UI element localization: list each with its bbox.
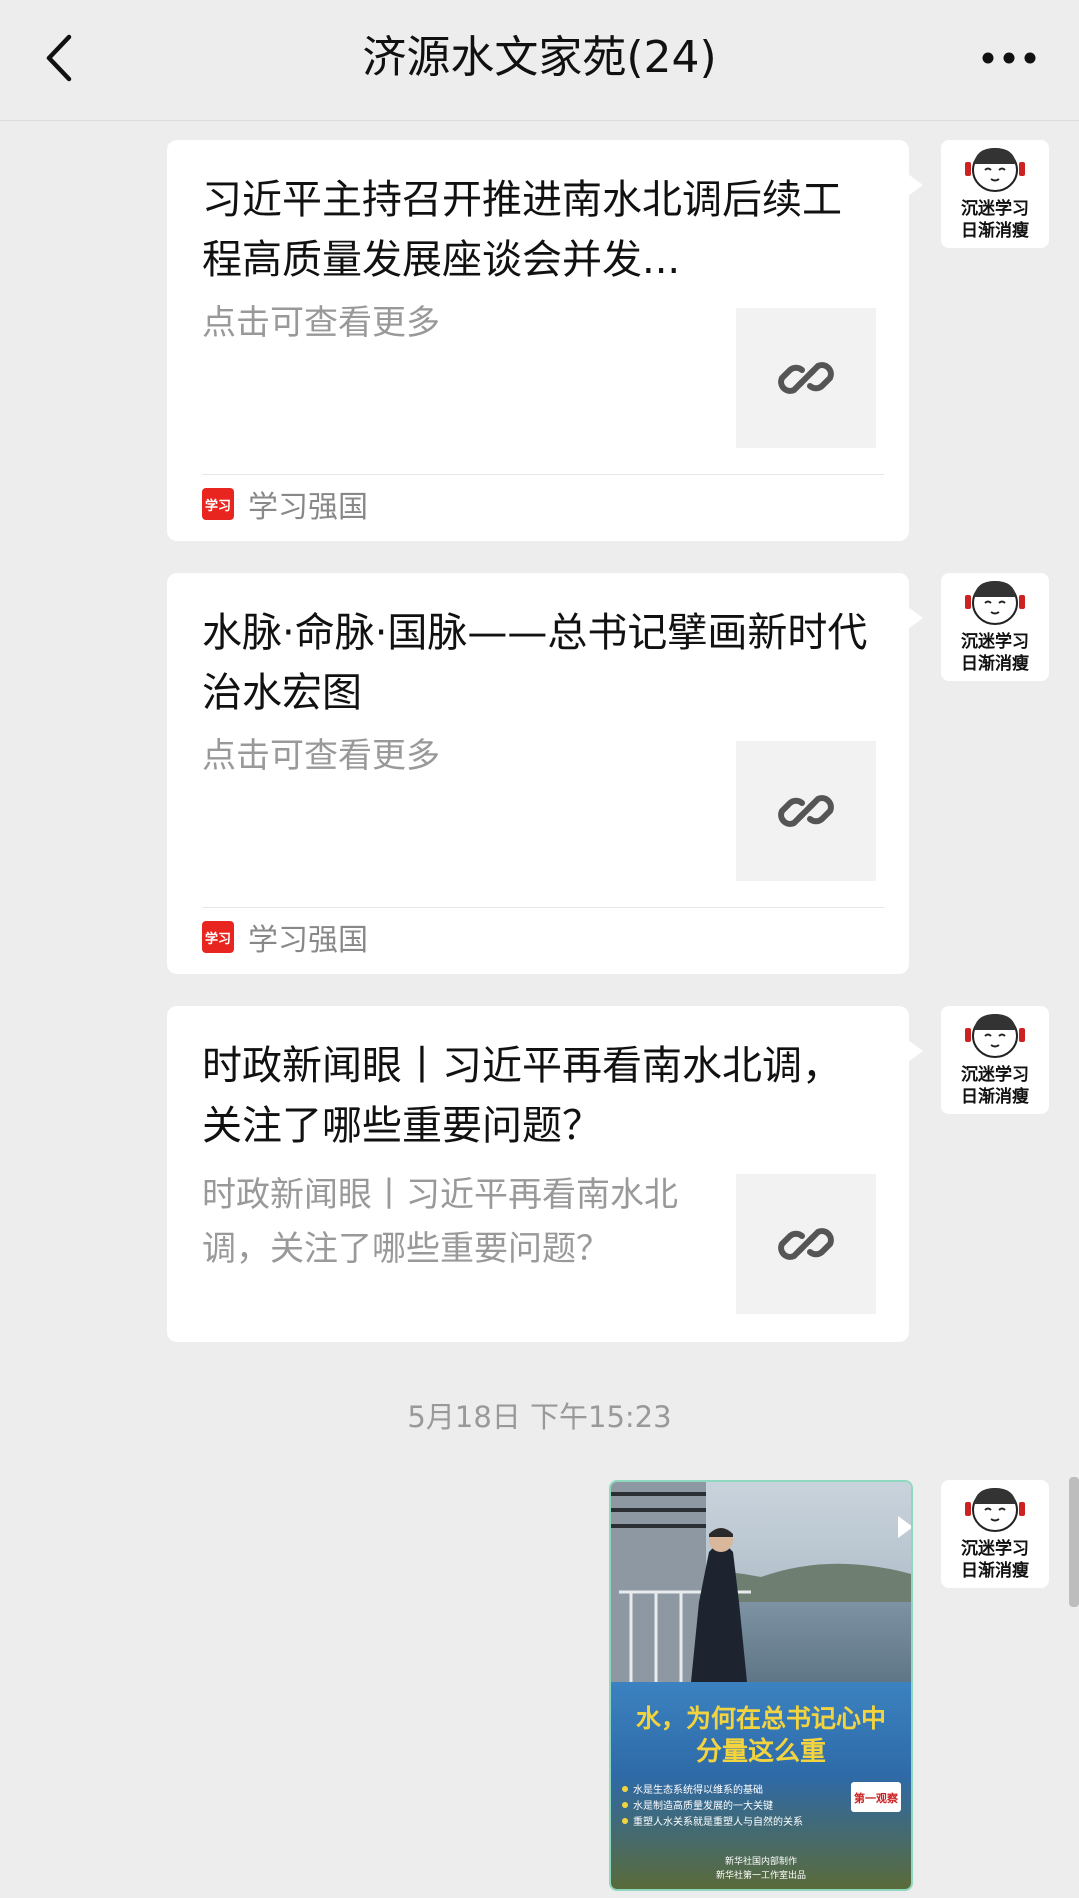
link-card-description: 点击可查看更多 [202,736,440,776]
more-button[interactable] [969,28,1049,88]
link-card-title: 水脉·命脉·国脉——总书记擘画新时代治水宏图 [202,610,868,716]
card-divider [202,907,884,908]
avatar-caption-line1: 沉迷学习 [961,1065,1029,1085]
link-icon [778,1228,834,1260]
avatar-caption-line2: 日渐消瘦 [961,1561,1029,1581]
poster-bullet: 重塑人水关系就是重塑人与自然的关系 [633,1815,803,1828]
link-card[interactable]: 习近平主持召开推进南水北调后续工程高质量发展座谈会并发... 点击可查看更多 学… [167,140,923,541]
avatar-caption-line1: 沉迷学习 [961,199,1029,219]
avatar-caption-line2: 日渐消瘦 [961,221,1029,241]
avatar[interactable]: 沉迷学习 日渐消瘦 [941,1006,1049,1114]
link-thumbnail [736,741,876,881]
link-icon [778,795,834,827]
card-source-label: 学习强国 [248,490,368,525]
poster-badge: 第一观察 [854,1791,899,1805]
chat-title: 济源水文家苑(24) [362,32,717,83]
poster-footer-line1: 新华社国内部制作 [725,1855,797,1867]
cartoon-face-icon [965,581,1025,625]
link-card-title: 习近平主持召开推进南水北调后续工程高质量发展座谈会并发... [202,177,842,283]
image-message[interactable]: 水，为何在总书记心中 分量这么重 水是生态系统得以维系的基础 水是制造高质量发展… [609,1480,913,1891]
card-source: 学习 学习强国 [202,484,368,525]
avatar[interactable]: 沉迷学习 日渐消瘦 [941,140,1049,248]
cartoon-face-icon [965,148,1025,192]
link-icon [778,362,834,394]
xuexi-logo-icon: 学习 [202,488,234,520]
link-thumbnail [736,1174,876,1314]
message-timestamp: 5月18日 下午15:23 [407,1400,672,1434]
cartoon-face-icon [965,1488,1025,1532]
poster-bullet: 水是制造高质量发展的一大关键 [633,1799,773,1812]
link-card-description: 时政新闻眼丨习近平再看南水北调，关注了哪些重要问题？ [202,1175,678,1269]
poster-image: 水，为何在总书记心中 分量这么重 水是生态系统得以维系的基础 水是制造高质量发展… [611,1482,911,1889]
link-card[interactable]: 水脉·命脉·国脉——总书记擘画新时代治水宏图 点击可查看更多 学习 学习强国 [167,573,923,974]
avatar-caption-line2: 日渐消瘦 [961,654,1029,674]
avatar[interactable]: 沉迷学习 日渐消瘦 [941,573,1049,681]
scrollbar[interactable] [1069,1477,1079,1607]
poster-bullet: 水是生态系统得以维系的基础 [633,1783,763,1796]
poster-headline-line1: 水，为何在总书记心中 [636,1704,886,1733]
link-card[interactable]: 时政新闻眼丨习近平再看南水北调，关注了哪些重要问题？ 时政新闻眼丨习近平再看南水… [167,1006,923,1342]
avatar-caption-line2: 日渐消瘦 [961,1087,1029,1107]
avatar[interactable]: 沉迷学习 日渐消瘦 [941,1480,1049,1588]
avatar-caption-line1: 沉迷学习 [961,632,1029,652]
chat-header: 济源水文家苑(24) [0,0,1079,121]
link-card-description: 点击可查看更多 [202,303,440,343]
ellipsis-icon [982,52,1036,64]
link-thumbnail [736,308,876,448]
card-divider [202,474,884,475]
card-source-label: 学习强国 [248,923,368,958]
xuexi-logo-icon: 学习 [202,921,234,953]
poster-footer-line2: 新华社第一工作室出品 [716,1869,806,1881]
poster-headline-line2: 分量这么重 [696,1736,826,1767]
cartoon-face-icon [965,1014,1025,1058]
avatar-caption-line1: 沉迷学习 [961,1539,1029,1559]
link-card-title: 时政新闻眼丨习近平再看南水北调，关注了哪些重要问题？ [202,1043,842,1149]
card-source: 学习 学习强国 [202,917,368,958]
